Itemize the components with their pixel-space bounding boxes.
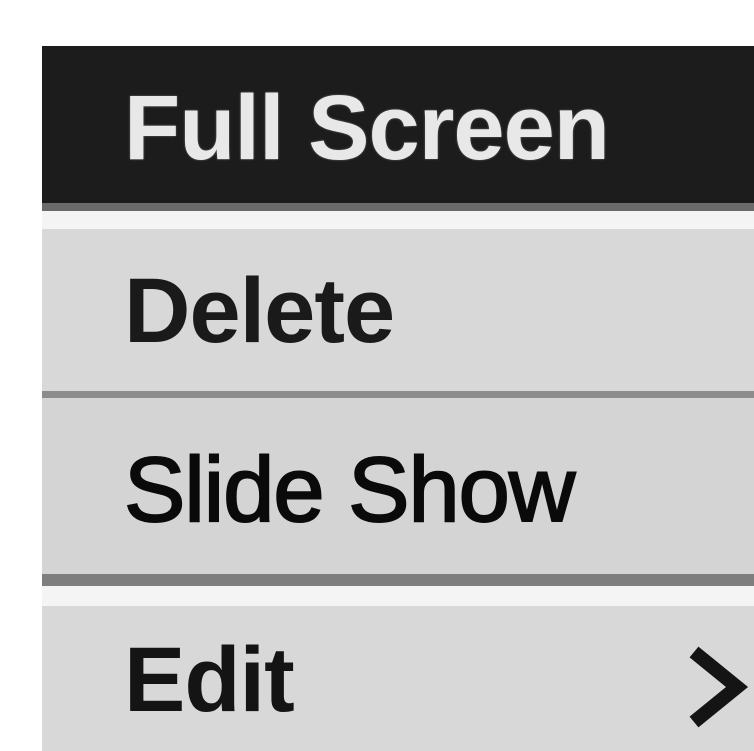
menu-item-full-screen[interactable]: Full Screen: [42, 46, 754, 211]
menu-item-label: Edit: [124, 629, 295, 731]
menu-item-label: Full Screen: [124, 77, 610, 179]
menu-item-label: Slide Show: [123, 438, 576, 542]
menu-separator: [42, 211, 754, 229]
context-menu: Full Screen Delete Slide Show Edit: [42, 46, 754, 751]
menu-item-label: Delete: [124, 260, 395, 362]
menu-item-slide-show[interactable]: Slide Show: [42, 398, 754, 586]
chevron-right-icon: [689, 646, 749, 728]
menu-item-edit[interactable]: Edit: [42, 606, 754, 751]
menu-separator: [42, 586, 754, 606]
menu-item-delete[interactable]: Delete: [42, 229, 754, 401]
